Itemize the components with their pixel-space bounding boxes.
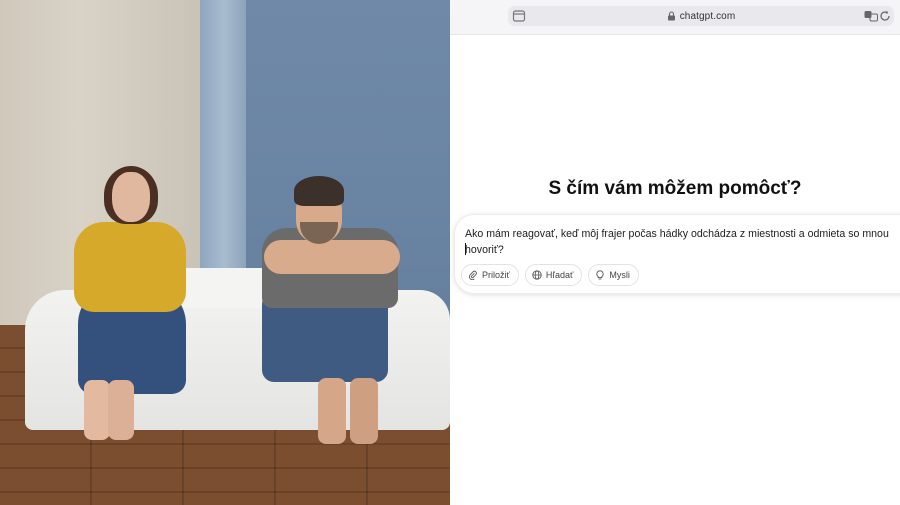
man-hair bbox=[294, 176, 344, 206]
url-text: chatgpt.com bbox=[679, 10, 736, 22]
browser-window: chatgpt.com S čím vám môžem pomôcť? Ako … bbox=[450, 0, 900, 505]
reload-icon[interactable] bbox=[879, 10, 891, 22]
lightbulb-icon bbox=[596, 270, 604, 280]
woman-face bbox=[112, 172, 150, 222]
prompt-text-line2: hovoriť? bbox=[465, 244, 504, 256]
address-bar[interactable]: chatgpt.com bbox=[508, 6, 894, 26]
think-button[interactable]: Mysli bbox=[588, 264, 639, 286]
chat-composer[interactable]: Ako mám reagovať, keď môj frajer počas h… bbox=[454, 214, 900, 294]
browser-toolbar: chatgpt.com bbox=[450, 0, 900, 35]
prompt-input[interactable]: Ako mám reagovať, keď môj frajer počas h… bbox=[465, 226, 900, 258]
man-arms bbox=[264, 240, 400, 274]
translate-icon[interactable] bbox=[864, 10, 878, 22]
globe-icon bbox=[532, 270, 542, 280]
man-shin-right bbox=[350, 378, 378, 444]
attach-label: Priložiť bbox=[482, 270, 510, 280]
page-title: S čím vám môžem pomôcť? bbox=[548, 178, 802, 199]
prompt-text-line1: Ako mám reagovať, keď môj frajer počas h… bbox=[465, 228, 889, 240]
wall-pillar bbox=[200, 0, 248, 300]
woman-shin-right bbox=[108, 380, 134, 440]
composer-tools: Priložiť Hľadať Mysli bbox=[461, 264, 639, 286]
think-label: Mysli bbox=[609, 270, 630, 280]
couple-photo bbox=[0, 0, 450, 505]
attach-button[interactable]: Priložiť bbox=[461, 264, 519, 286]
search-label: Hľadať bbox=[545, 270, 574, 280]
search-button[interactable]: Hľadať bbox=[524, 264, 583, 286]
paperclip-icon bbox=[468, 270, 477, 280]
woman-shin-left bbox=[84, 380, 110, 440]
man-shin-left bbox=[318, 378, 346, 444]
woman-sweater bbox=[74, 222, 186, 312]
lock-icon bbox=[667, 11, 675, 21]
